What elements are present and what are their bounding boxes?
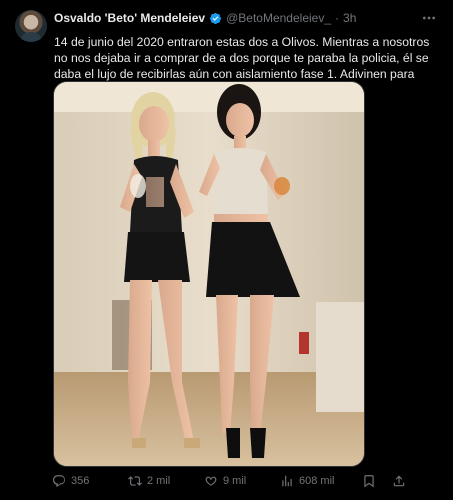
reply-icon [53, 475, 65, 487]
tweet-actions-bar: 356 2 mil 9 mil 608 mil [52, 474, 442, 488]
reply-count: 356 [71, 475, 90, 487]
tweet-card[interactable]: Osvaldo 'Beto' Mendeleiev @BetoMendeleie… [0, 0, 453, 500]
heart-icon [205, 476, 217, 486]
retweet-icon [128, 476, 142, 486]
avatar[interactable] [15, 10, 47, 42]
views-button[interactable]: 608 mil [280, 474, 362, 488]
retweet-count: 2 mil [147, 475, 171, 487]
more-options-icon[interactable] [421, 10, 437, 29]
tweet-timestamp[interactable]: 3h [343, 11, 356, 25]
photo-image [54, 82, 364, 466]
author-name[interactable]: Osvaldo 'Beto' Mendeleiev [54, 11, 205, 25]
share-button[interactable] [392, 474, 412, 488]
like-button[interactable]: 9 mil [204, 474, 280, 488]
views-count: 608 mil [299, 475, 335, 487]
retweet-button[interactable]: 2 mil [128, 474, 204, 488]
views-icon [282, 475, 292, 487]
bookmark-icon [364, 475, 374, 488]
separator-dot: · [335, 11, 340, 25]
tweet-photo[interactable] [53, 81, 365, 467]
author-handle[interactable]: @BetoMendeleiev_ [226, 11, 331, 25]
reply-button[interactable]: 356 [52, 474, 128, 488]
share-icon [393, 475, 405, 487]
tweet-header: Osvaldo 'Beto' Mendeleiev @BetoMendeleie… [54, 11, 356, 25]
like-count: 9 mil [223, 475, 247, 487]
bookmark-button[interactable] [362, 474, 386, 488]
verified-badge-icon[interactable] [209, 12, 222, 25]
